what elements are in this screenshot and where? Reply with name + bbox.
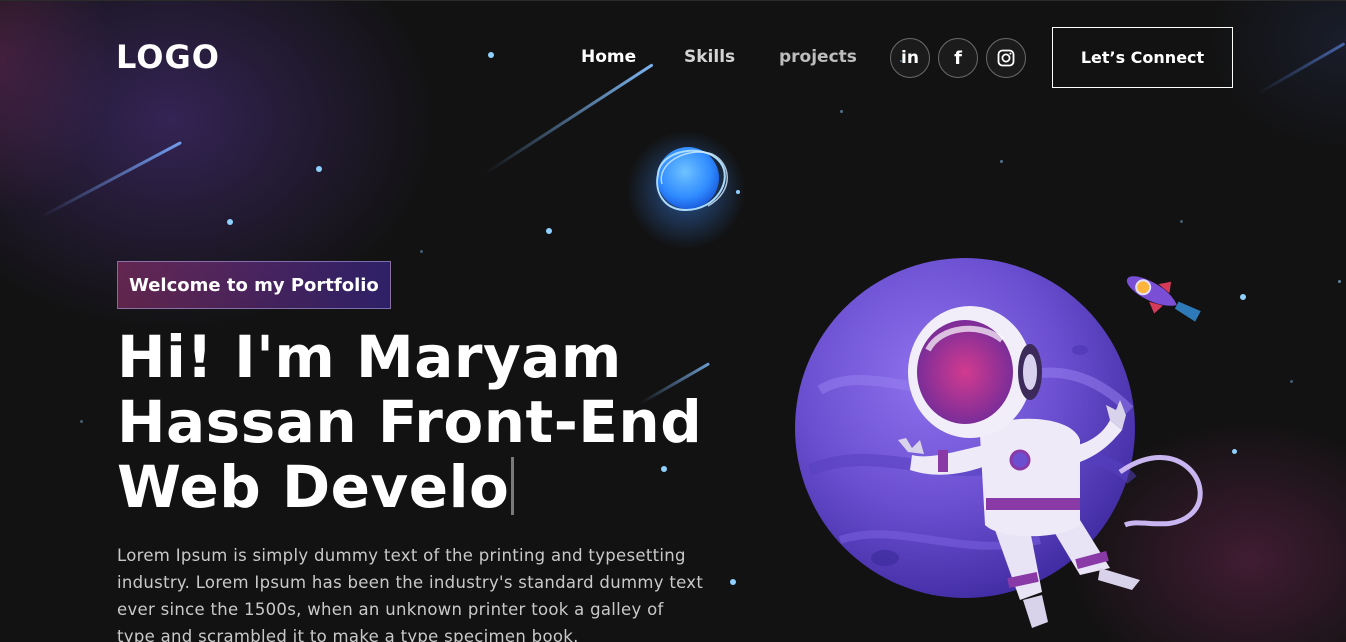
- lets-connect-button[interactable]: Let’s Connect: [1052, 27, 1233, 88]
- nav-link-projects[interactable]: projects: [779, 47, 857, 67]
- description-line: Lorem Ipsum is simply dummy text of the …: [117, 546, 686, 565]
- top-divider: [0, 0, 1346, 1]
- headline-line-2: Hassan Front-End: [117, 388, 703, 456]
- shooting-star: [39, 141, 182, 219]
- astronaut-illustration: [795, 258, 1203, 628]
- facebook-button[interactable]: f: [938, 38, 978, 78]
- headline-line-1: Hi! I'm Maryam: [117, 323, 622, 391]
- nav-link-skills[interactable]: Skills: [684, 47, 735, 67]
- star: [546, 228, 552, 234]
- nav-link-home[interactable]: Home: [581, 47, 636, 67]
- star: [1290, 380, 1293, 383]
- star: [1000, 160, 1003, 163]
- instagram-icon: [997, 49, 1015, 67]
- instagram-button[interactable]: [986, 38, 1026, 78]
- headline-line-3: Web Develo: [117, 453, 510, 521]
- star: [1180, 220, 1183, 223]
- shooting-star: [484, 63, 654, 175]
- description-line: industry. Lorem Ipsum has been the indus…: [117, 573, 704, 592]
- description-line: type and scrambled it to make a type spe…: [117, 627, 579, 642]
- hero-description: Lorem Ipsum is simply dummy text of the …: [117, 542, 742, 642]
- star: [1338, 280, 1341, 283]
- hero-headline: Hi! I'm Maryam Hassan Front-End Web Deve…: [117, 325, 757, 520]
- star: [227, 219, 233, 225]
- star: [80, 420, 83, 423]
- typing-cursor: [511, 457, 515, 515]
- linkedin-icon: in: [901, 48, 919, 68]
- blue-planet-icon: [656, 147, 740, 212]
- welcome-tagline: Welcome to my Portfolio: [117, 261, 391, 309]
- page: LOGO Home Skills projects in f Let’s Con…: [0, 0, 1346, 642]
- star: [840, 110, 843, 113]
- facebook-icon: f: [954, 47, 962, 69]
- rocket-icon: [1127, 276, 1201, 322]
- shooting-star: [1257, 42, 1346, 95]
- linkedin-button[interactable]: in: [890, 38, 930, 78]
- star: [420, 250, 423, 253]
- star: [488, 52, 494, 58]
- star: [316, 166, 322, 172]
- logo[interactable]: LOGO: [116, 38, 220, 76]
- description-line: ever since the 1500s, when an unknown pr…: [117, 600, 664, 619]
